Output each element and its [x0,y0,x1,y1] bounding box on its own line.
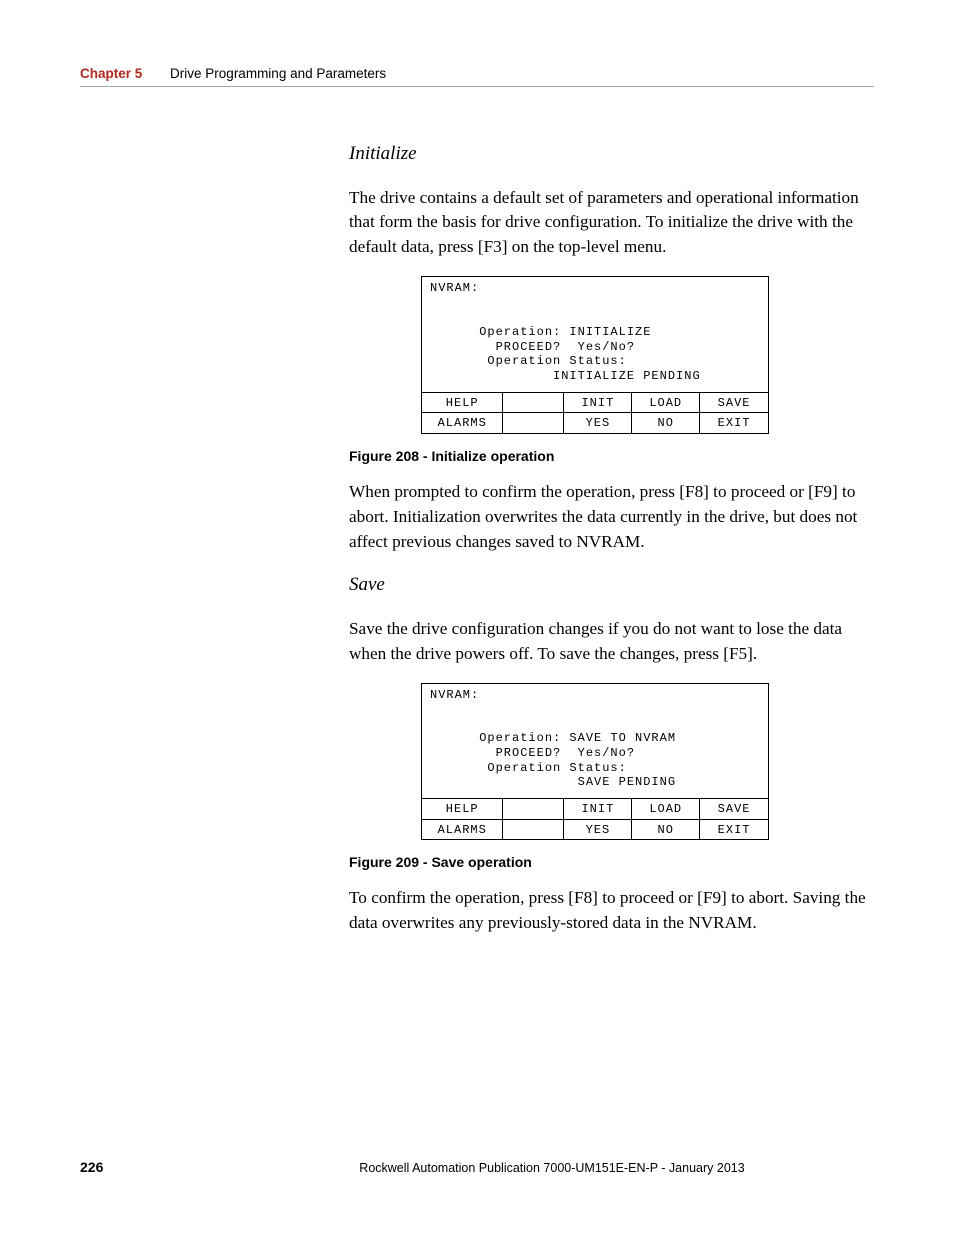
softkey-no[interactable]: NO [632,820,700,840]
softkey-load[interactable]: LOAD [632,393,700,413]
softkey-init[interactable]: INIT [564,393,632,413]
softkey-no[interactable]: NO [632,413,700,433]
header-rule [80,86,874,87]
softkey-load[interactable]: LOAD [632,799,700,819]
softkey-blank [503,799,564,819]
initialize-paragraph-1: The drive contains a default set of para… [349,186,874,261]
page-footer: 226 Rockwell Automation Publication 7000… [80,1157,874,1177]
softkey-yes[interactable]: YES [564,820,632,840]
page-number: 226 [80,1157,290,1177]
figure-209-caption: Figure 209 - Save operation [349,852,874,872]
softkey-exit[interactable]: EXIT [700,413,768,433]
softkey-yes[interactable]: YES [564,413,632,433]
softkey-row-2: ALARMS YES NO EXIT [422,820,768,840]
softkey-row-1: HELP INIT LOAD SAVE [422,799,768,820]
chapter-label: Chapter 5 [80,66,142,81]
section-title-initialize: Initialize [349,140,874,168]
figure-208-caption: Figure 208 - Initialize operation [349,446,874,466]
terminal-screen-save: NVRAM: Operation: SAVE TO NVRAM PROCEED?… [422,684,768,799]
page: Chapter 5 Drive Programming and Paramete… [0,0,954,1235]
page-header: Chapter 5 Drive Programming and Paramete… [80,64,874,84]
save-paragraph-2: To confirm the operation, press [F8] to … [349,886,874,936]
terminal-screen-init: NVRAM: Operation: INITIALIZE PROCEED? Ye… [422,277,768,392]
terminal-display-init: NVRAM: Operation: INITIALIZE PROCEED? Ye… [421,276,769,434]
chapter-title: Drive Programming and Parameters [170,66,386,81]
publication-id: Rockwell Automation Publication 7000-UM1… [290,1159,814,1177]
softkey-alarms[interactable]: ALARMS [422,820,503,840]
terminal-figure-208: NVRAM: Operation: INITIALIZE PROCEED? Ye… [421,276,769,434]
softkey-row-2: ALARMS YES NO EXIT [422,413,768,433]
softkey-blank [503,413,564,433]
softkey-save[interactable]: SAVE [700,799,768,819]
section-title-save: Save [349,571,874,599]
softkey-row-1: HELP INIT LOAD SAVE [422,393,768,414]
softkey-help[interactable]: HELP [422,393,503,413]
save-paragraph-1: Save the drive configuration changes if … [349,617,874,667]
softkey-init[interactable]: INIT [564,799,632,819]
softkey-alarms[interactable]: ALARMS [422,413,503,433]
softkey-blank [503,393,564,413]
softkey-help[interactable]: HELP [422,799,503,819]
initialize-paragraph-2: When prompted to confirm the operation, … [349,480,874,555]
content-column: Initialize The drive contains a default … [349,130,874,952]
softkey-blank [503,820,564,840]
softkey-save[interactable]: SAVE [700,393,768,413]
terminal-display-save: NVRAM: Operation: SAVE TO NVRAM PROCEED?… [421,683,769,841]
terminal-figure-209: NVRAM: Operation: SAVE TO NVRAM PROCEED?… [421,683,769,841]
softkey-exit[interactable]: EXIT [700,820,768,840]
